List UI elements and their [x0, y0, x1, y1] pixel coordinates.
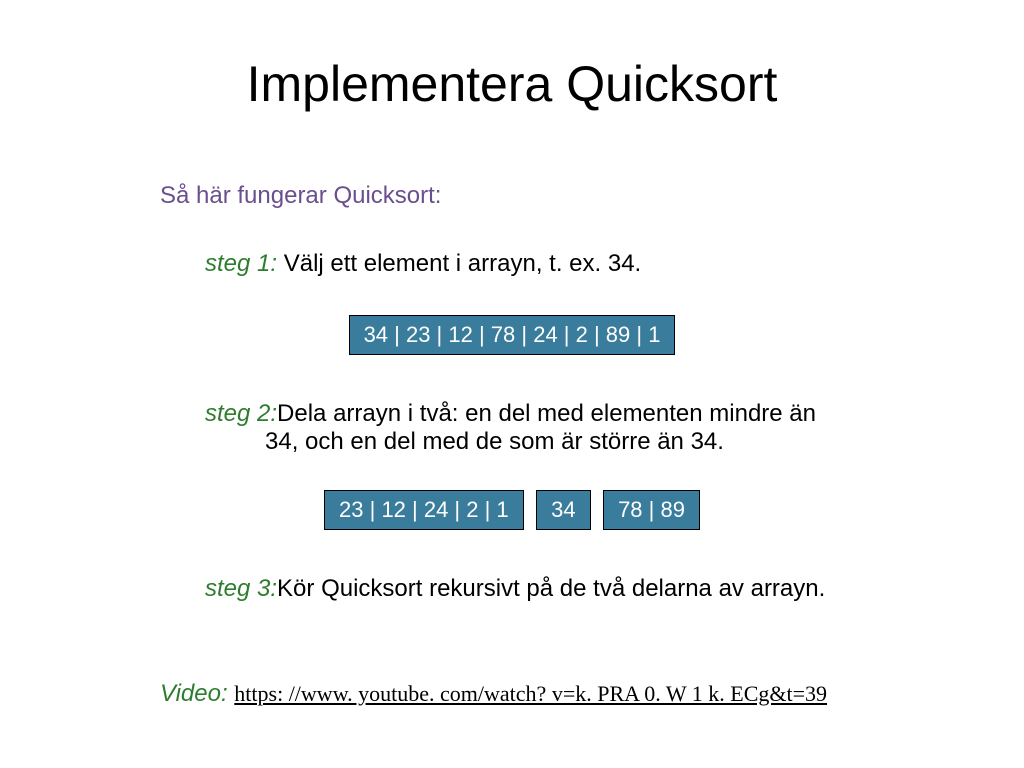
array-right-partition: 78 | 89 [603, 490, 700, 530]
array-row-2: 23 | 12 | 24 | 2 | 1 34 78 | 89 [0, 490, 1024, 530]
step-2-line-1: steg 2:Dela arrayn i två: en del med ele… [205, 400, 904, 428]
slide: Implementera Quicksort Så här fungerar Q… [0, 0, 1024, 768]
step-1-text: Välj ett element i arrayn, t. ex. 34. [277, 250, 641, 277]
step-3-label: steg 3: [205, 575, 277, 602]
slide-title: Implementera Quicksort [0, 55, 1024, 113]
step-2-line-2: 34, och en del med de som är större än 3… [265, 428, 904, 456]
slide-subtitle: Så här fungerar Quicksort: [160, 182, 441, 210]
step-2-label: steg 2: [205, 400, 277, 427]
array-full: 34 | 23 | 12 | 78 | 24 | 2 | 89 | 1 [349, 315, 676, 355]
array-pivot: 34 [536, 490, 590, 530]
step-1: steg 1: Välj ett element i arrayn, t. ex… [205, 250, 641, 278]
step-1-label: steg 1: [205, 250, 277, 277]
step-3-text: Kör Quicksort rekursivt på de två delarn… [277, 575, 825, 602]
step-2: steg 2:Dela arrayn i två: en del med ele… [205, 400, 904, 456]
step-3: steg 3:Kör Quicksort rekursivt på de två… [205, 575, 964, 603]
video-label: Video: [160, 680, 234, 707]
video-line: Video: https: //www. youtube. com/watch?… [160, 680, 827, 708]
step-2-text-a: Dela arrayn i två: en del med elementen … [277, 400, 816, 427]
array-left-partition: 23 | 12 | 24 | 2 | 1 [324, 490, 524, 530]
array-row-1: 34 | 23 | 12 | 78 | 24 | 2 | 89 | 1 [0, 315, 1024, 355]
video-link[interactable]: https: //www. youtube. com/watch? v=k. P… [234, 681, 827, 706]
